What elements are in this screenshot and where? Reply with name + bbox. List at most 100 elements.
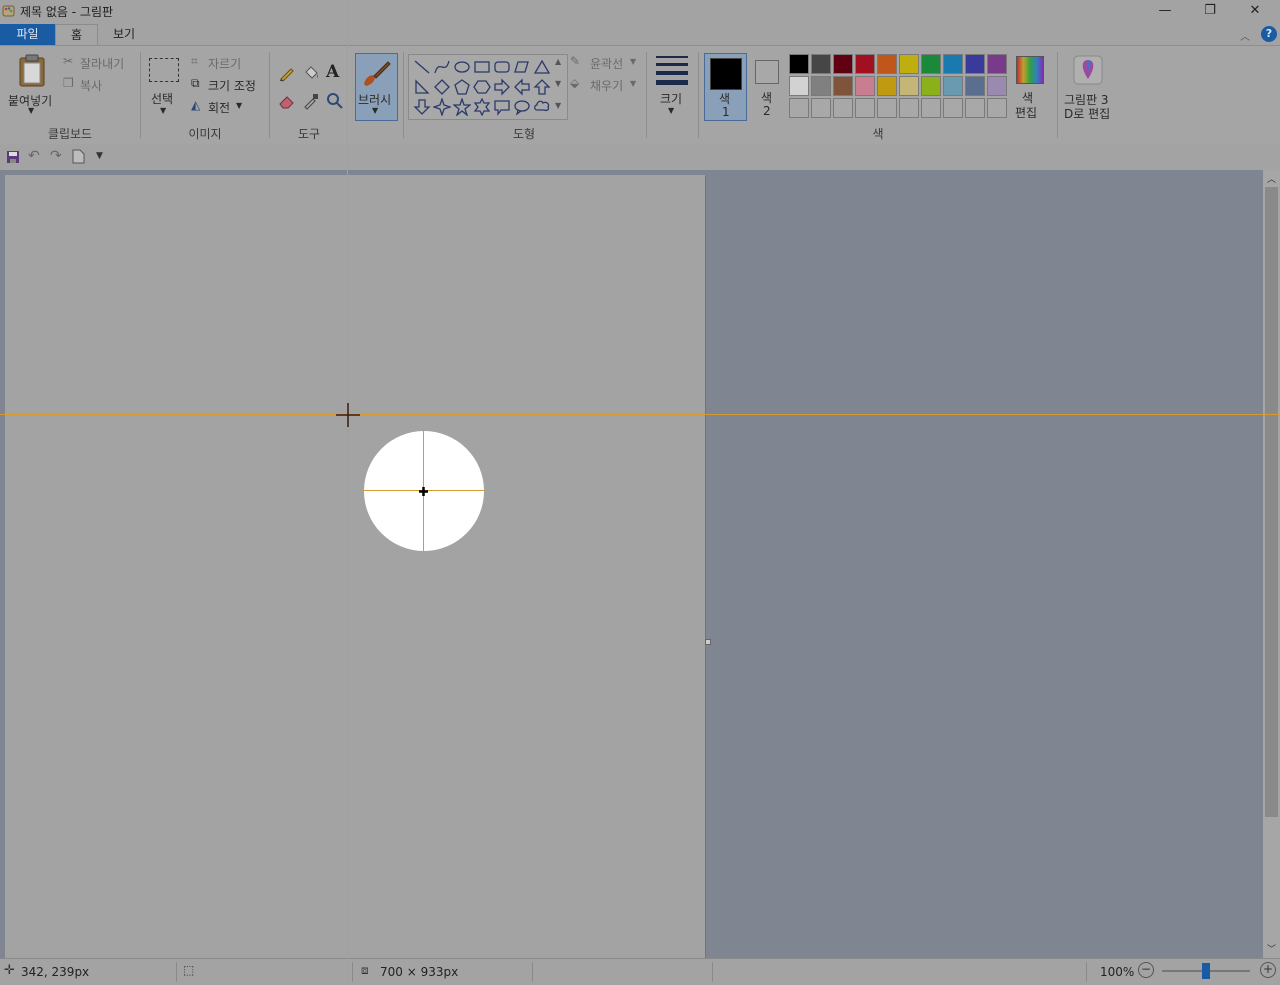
- palette-empty-swatch[interactable]: [833, 98, 853, 118]
- color2-button[interactable]: 색 2: [749, 53, 787, 119]
- collapse-ribbon-icon[interactable]: ︿: [1240, 28, 1250, 43]
- palette-swatch[interactable]: [855, 54, 875, 74]
- palette-empty-swatch[interactable]: [965, 98, 985, 118]
- right-triangle-shape-icon[interactable]: [413, 78, 431, 96]
- polygon-shape-icon[interactable]: [513, 58, 531, 76]
- undo-icon[interactable]: ↶: [28, 148, 40, 164]
- rotate-button[interactable]: ◭ 회전 ▼: [191, 98, 267, 116]
- palette-swatch[interactable]: [833, 54, 853, 74]
- palette-empty-swatch[interactable]: [921, 98, 941, 118]
- palette-empty-swatch[interactable]: [855, 98, 875, 118]
- pentagon-shape-icon[interactable]: [453, 78, 471, 96]
- palette-swatch[interactable]: [965, 76, 985, 96]
- new-file-icon[interactable]: [72, 149, 85, 164]
- palette-empty-swatch[interactable]: [789, 98, 809, 118]
- minimize-button[interactable]: —: [1142, 0, 1188, 22]
- drawing-canvas[interactable]: [5, 175, 705, 958]
- edit-with-paint3d-button[interactable]: 그림판 3 D로 편집: [1060, 53, 1118, 121]
- color1-button[interactable]: 색 1: [704, 53, 747, 121]
- palette-swatch[interactable]: [943, 76, 963, 96]
- resize-button[interactable]: ⧉ 크기 조정: [191, 76, 267, 94]
- palette-swatch[interactable]: [987, 54, 1007, 74]
- zoom-in-icon[interactable]: +: [1260, 962, 1276, 978]
- palette-swatch[interactable]: [987, 76, 1007, 96]
- hexagon-shape-icon[interactable]: [473, 78, 491, 96]
- pencil-icon[interactable]: [278, 64, 296, 82]
- outline-button[interactable]: ✎ 윤곽선 ▼: [570, 54, 644, 72]
- palette-swatch[interactable]: [789, 76, 809, 96]
- close-button[interactable]: ✕: [1232, 0, 1278, 22]
- scroll-down-icon[interactable]: ﹀: [1267, 942, 1276, 955]
- palette-empty-swatch[interactable]: [899, 98, 919, 118]
- palette-swatch[interactable]: [811, 76, 831, 96]
- palette-swatch[interactable]: [789, 54, 809, 74]
- rect-callout-shape-icon[interactable]: [493, 98, 511, 116]
- paste-button[interactable]: 붙여넣기 ▼: [5, 52, 59, 122]
- oval-shape-icon[interactable]: [453, 58, 471, 76]
- four-point-star-shape-icon[interactable]: [433, 98, 451, 116]
- rectangle-shape-icon[interactable]: [473, 58, 491, 76]
- help-icon[interactable]: ?: [1261, 26, 1277, 42]
- down-arrow-shape-icon[interactable]: [413, 98, 431, 116]
- diamond-shape-icon[interactable]: [433, 78, 451, 96]
- scroll-up-icon[interactable]: ︿: [1267, 172, 1276, 185]
- text-tool-icon[interactable]: A: [326, 62, 339, 82]
- crop-button[interactable]: ⌗ 자르기: [191, 54, 267, 72]
- tab-view[interactable]: 보기: [104, 24, 144, 45]
- zoom-out-icon[interactable]: −: [1138, 962, 1154, 978]
- shapes-scroll-down-icon[interactable]: ▼: [555, 79, 561, 88]
- brushes-button[interactable]: 브러시 ▼: [355, 53, 398, 121]
- palette-swatch[interactable]: [921, 54, 941, 74]
- right-arrow-shape-icon[interactable]: [493, 78, 511, 96]
- size-button[interactable]: 크기 ▼: [652, 52, 694, 120]
- tab-home[interactable]: 홈: [55, 24, 98, 46]
- copy-button[interactable]: ❐ 복사: [63, 76, 138, 94]
- crop-icon: ⌗: [191, 54, 198, 68]
- shapes-scroll-up-icon[interactable]: ▲: [555, 57, 561, 66]
- six-point-star-shape-icon[interactable]: [473, 98, 491, 116]
- scrollbar-thumb[interactable]: [1265, 187, 1278, 817]
- restore-button[interactable]: ❐: [1187, 0, 1233, 22]
- line-shape-icon[interactable]: [413, 58, 431, 76]
- canvas-resize-handle[interactable]: [705, 639, 711, 645]
- save-icon[interactable]: [6, 150, 20, 164]
- rounded-rectangle-shape-icon[interactable]: [493, 58, 511, 76]
- palette-swatch[interactable]: [943, 54, 963, 74]
- palette-swatch[interactable]: [899, 54, 919, 74]
- fill-button[interactable]: ⬙ 채우기 ▼: [570, 76, 644, 94]
- left-arrow-shape-icon[interactable]: [513, 78, 531, 96]
- magnifier-icon[interactable]: [326, 92, 344, 110]
- select-button[interactable]: 선택 ▼: [147, 54, 181, 118]
- edit-colors-button[interactable]: 색 편집: [1013, 53, 1049, 121]
- palette-swatch[interactable]: [921, 76, 941, 96]
- colors-group-label: 색: [872, 127, 884, 141]
- palette-empty-swatch[interactable]: [811, 98, 831, 118]
- cut-button[interactable]: ✂ 잘라내기: [63, 54, 138, 72]
- palette-empty-swatch[interactable]: [877, 98, 897, 118]
- oval-callout-shape-icon[interactable]: [513, 98, 531, 116]
- palette-swatch[interactable]: [855, 76, 875, 96]
- paint-app-icon[interactable]: [2, 4, 16, 18]
- palette-swatch[interactable]: [877, 54, 897, 74]
- vertical-scrollbar[interactable]: ︿ ﹀: [1263, 170, 1280, 958]
- palette-swatch[interactable]: [965, 54, 985, 74]
- curve-shape-icon[interactable]: [433, 58, 451, 76]
- up-arrow-shape-icon[interactable]: [533, 78, 551, 96]
- palette-swatch[interactable]: [877, 76, 897, 96]
- eraser-icon[interactable]: [278, 92, 296, 110]
- five-point-star-shape-icon[interactable]: [453, 98, 471, 116]
- tab-file[interactable]: 파일: [0, 24, 55, 45]
- color-picker-icon[interactable]: [302, 92, 320, 110]
- palette-swatch[interactable]: [811, 54, 831, 74]
- redo-icon[interactable]: ↷: [50, 148, 62, 164]
- fill-bucket-icon[interactable]: [302, 64, 320, 82]
- palette-swatch[interactable]: [899, 76, 919, 96]
- palette-swatch[interactable]: [833, 76, 853, 96]
- cloud-callout-shape-icon[interactable]: [533, 98, 551, 116]
- palette-empty-swatch[interactable]: [987, 98, 1007, 118]
- triangle-shape-icon[interactable]: [533, 58, 551, 76]
- shapes-expand-icon[interactable]: ▼: [555, 101, 561, 110]
- customize-toolbar-icon[interactable]: ▼: [96, 151, 103, 161]
- palette-empty-swatch[interactable]: [943, 98, 963, 118]
- zoom-slider-thumb[interactable]: [1202, 963, 1210, 979]
